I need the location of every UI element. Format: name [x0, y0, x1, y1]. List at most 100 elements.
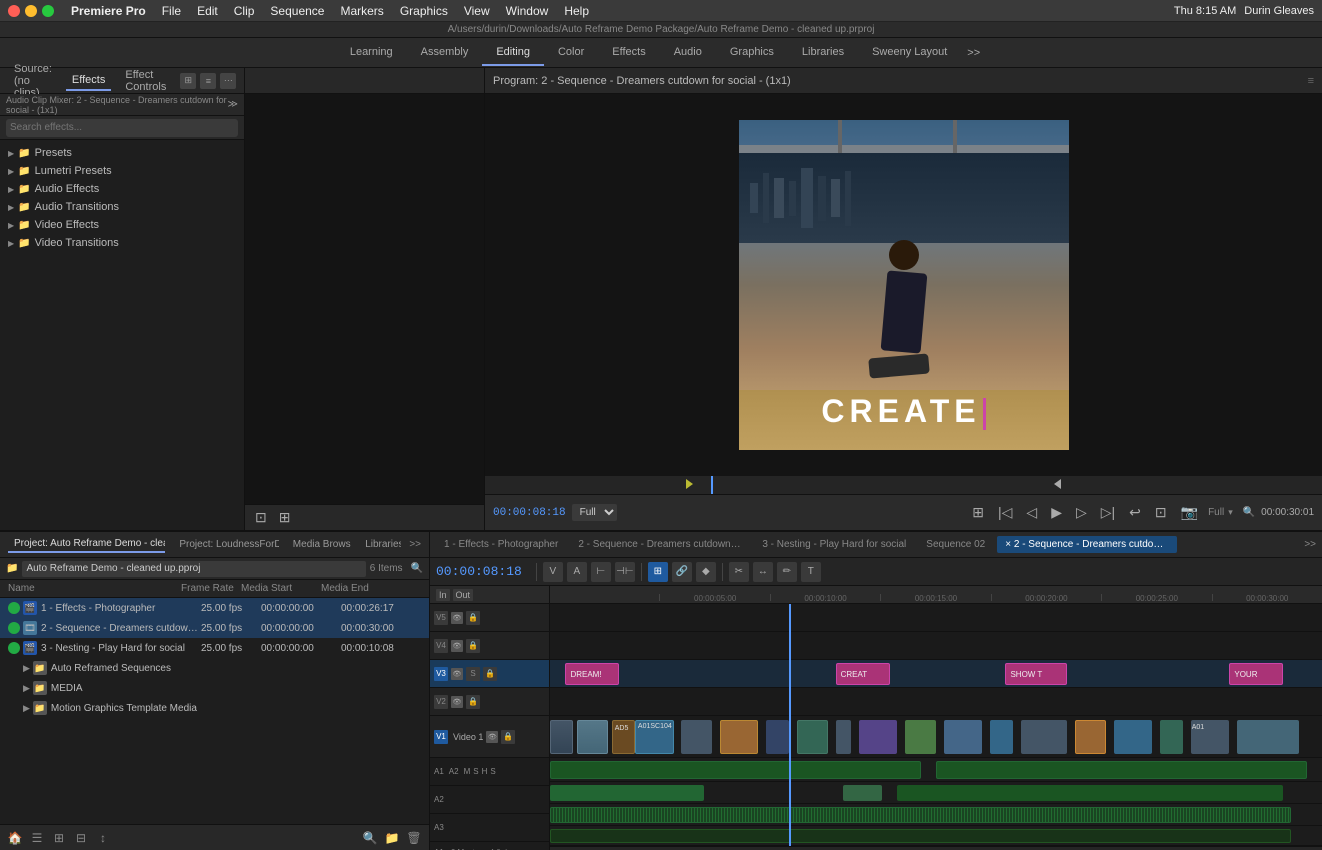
tab-learning[interactable]: Learning [336, 40, 407, 66]
v1-clip-11[interactable] [905, 720, 936, 754]
project-freeform-view[interactable]: ⊟ [72, 829, 90, 847]
ripple-edit-tool[interactable]: ⊢ [591, 562, 611, 582]
effects-search-input[interactable] [6, 119, 238, 137]
project-delete[interactable]: 🗑 [405, 829, 423, 847]
minimize-button[interactable] [25, 5, 37, 17]
project-search-icon[interactable]: 🔍 [411, 563, 423, 574]
tl-tab-3[interactable]: 3 - Nesting - Play Hard for social [754, 536, 914, 553]
v3-eye[interactable]: 👁 [451, 668, 463, 680]
tab-color[interactable]: Color [544, 40, 598, 66]
loop-button[interactable]: ↩ [1125, 502, 1145, 523]
markers-menu[interactable]: Markers [333, 2, 390, 20]
project-tab-loudness[interactable]: Project: LoudnessForDurin [173, 537, 278, 552]
step-back-button[interactable]: ◁ [1022, 502, 1041, 523]
tl-timecode[interactable]: 00:00:08:18 [436, 564, 522, 579]
v3-toggle[interactable]: V3 [434, 667, 448, 681]
razor-tool[interactable]: ✂ [729, 562, 749, 582]
slip-tool[interactable]: ↔ [753, 562, 773, 582]
audio-clip-mixer-tab[interactable]: Audio Clip Mixer: 2 - Sequence - Dreamer… [0, 94, 244, 116]
v1-clip-16[interactable] [1114, 720, 1153, 754]
tl-tab-seq02[interactable]: Sequence 02 [918, 536, 993, 553]
linked-sel-button[interactable]: 🔗 [672, 562, 692, 582]
graphics-menu[interactable]: Graphics [393, 2, 455, 20]
a2-clip-3[interactable] [897, 785, 1283, 801]
effects-tab[interactable]: Effects [66, 71, 111, 91]
a1-vol[interactable]: H [482, 767, 488, 776]
v1-clip-7[interactable] [766, 720, 789, 754]
a1-clip-1[interactable] [550, 761, 921, 779]
tab-editing[interactable]: Editing [482, 40, 544, 66]
zoom-dropdown[interactable]: ▾ [1228, 507, 1233, 518]
project-tab-media-browser[interactable]: Media Browser [287, 537, 351, 552]
project-item-auto-reframed[interactable]: ▶ 📁 Auto Reframed Sequences [0, 658, 429, 678]
project-list-view[interactable]: ☰ [28, 829, 46, 847]
v4-eye[interactable]: 👁 [451, 640, 463, 652]
v1-eye[interactable]: 👁 [486, 731, 498, 743]
pen-tool[interactable]: ✏ [777, 562, 797, 582]
category-audio-effects[interactable]: ▶ 📁 Audio Effects [0, 180, 244, 198]
text-tool[interactable]: T [801, 562, 821, 582]
v4-toggle[interactable]: V4 [434, 639, 448, 653]
v1-clip-15[interactable] [1075, 720, 1106, 754]
workspace-more-button[interactable]: >> [961, 43, 986, 63]
set-in-button[interactable]: In [436, 589, 450, 601]
v2-lock[interactable]: 🔒 [466, 695, 480, 709]
selection-tool[interactable]: V [543, 562, 563, 582]
next-keyframe-button[interactable]: ▷| [1097, 502, 1119, 523]
v1-toggle[interactable]: V1 [434, 730, 448, 744]
source-ctrl-btn[interactable]: ⊡ [251, 507, 271, 528]
tab-effects[interactable]: Effects [598, 40, 659, 66]
v1-clip-19[interactable] [1237, 720, 1299, 754]
v3-sync[interactable]: S [466, 667, 480, 681]
project-item-2[interactable]: 🎞 2 - Sequence - Dreamers cutdown for s … [0, 618, 429, 638]
clip-dream[interactable]: DREAM! [565, 663, 619, 685]
app-menu[interactable]: Premiere Pro [64, 2, 153, 20]
add-marker-button[interactable]: ⊞ [968, 502, 988, 523]
fullscreen-button[interactable] [42, 5, 54, 17]
snap-button[interactable]: ⊞ [648, 562, 668, 582]
project-icon-view[interactable]: ⊞ [50, 829, 68, 847]
project-item-3[interactable]: 🎬 3 - Nesting - Play Hard for social 25.… [0, 638, 429, 658]
project-new-item[interactable]: 🏠 [6, 829, 24, 847]
master-clip[interactable] [550, 829, 1291, 843]
category-lumetri[interactable]: ▶ 📁 Lumetri Presets [0, 162, 244, 180]
v1-clip-12[interactable] [944, 720, 983, 754]
panel-icon-1[interactable]: ⊞ [180, 73, 196, 89]
export-frame-button[interactable]: 📷 [1177, 502, 1202, 523]
tab-graphics[interactable]: Graphics [716, 40, 788, 66]
project-panel-more[interactable]: >> [409, 539, 421, 550]
project-item-media[interactable]: ▶ 📁 MEDIA [0, 678, 429, 698]
v1-clip-8[interactable] [797, 720, 828, 754]
edit-menu[interactable]: Edit [190, 2, 225, 20]
clip-your[interactable]: YOUR [1229, 663, 1283, 685]
program-menu-icon[interactable]: ≡ [1308, 75, 1314, 87]
clip-create[interactable]: CREAT [836, 663, 890, 685]
v1-clip-4[interactable]: A01SC104 [635, 720, 674, 754]
category-video-effects[interactable]: ▶ 📁 Video Effects [0, 216, 244, 234]
play-button[interactable]: ▶ [1047, 502, 1066, 523]
fit-selector[interactable]: Full 1/2 1/4 [572, 504, 617, 521]
project-item-mg-templates[interactable]: ▶ 📁 Motion Graphics Template Media [0, 698, 429, 718]
v2-toggle[interactable]: V2 [434, 695, 448, 709]
project-tab-libraries[interactable]: Libraries [359, 537, 401, 552]
project-sort[interactable]: ↕ [94, 829, 112, 847]
tab-audio[interactable]: Audio [660, 40, 716, 66]
add-marker-tl[interactable]: ◆ [696, 562, 716, 582]
category-video-transitions[interactable]: ▶ 📁 Video Transitions [0, 234, 244, 252]
tab-libraries[interactable]: Libraries [788, 40, 858, 66]
tl-tab-active[interactable]: × 2 - Sequence - Dreamers cutdown for so… [997, 536, 1177, 553]
v3-lock[interactable]: 🔒 [483, 667, 497, 681]
tl-tab-2[interactable]: 2 - Sequence - Dreamers cutdown for soci… [570, 536, 750, 553]
v1-lock[interactable]: 🔒 [501, 730, 515, 744]
clip-show[interactable]: SHOW T [1005, 663, 1067, 685]
prev-keyframe-button[interactable]: |◁ [994, 502, 1016, 523]
tl-tab-1[interactable]: 1 - Effects - Photographer [436, 536, 566, 553]
v1-clip-3[interactable]: AD5 [612, 720, 635, 754]
project-item-1[interactable]: 🎬 1 - Effects - Photographer 25.00 fps 0… [0, 598, 429, 618]
v1-clip-10[interactable] [859, 720, 898, 754]
close-button[interactable] [8, 5, 20, 17]
tab-sweeny[interactable]: Sweeny Layout [858, 40, 961, 66]
a1-clip-2[interactable] [936, 761, 1307, 779]
project-new-bin[interactable]: 📁 [383, 829, 401, 847]
category-audio-transitions[interactable]: ▶ 📁 Audio Transitions [0, 198, 244, 216]
